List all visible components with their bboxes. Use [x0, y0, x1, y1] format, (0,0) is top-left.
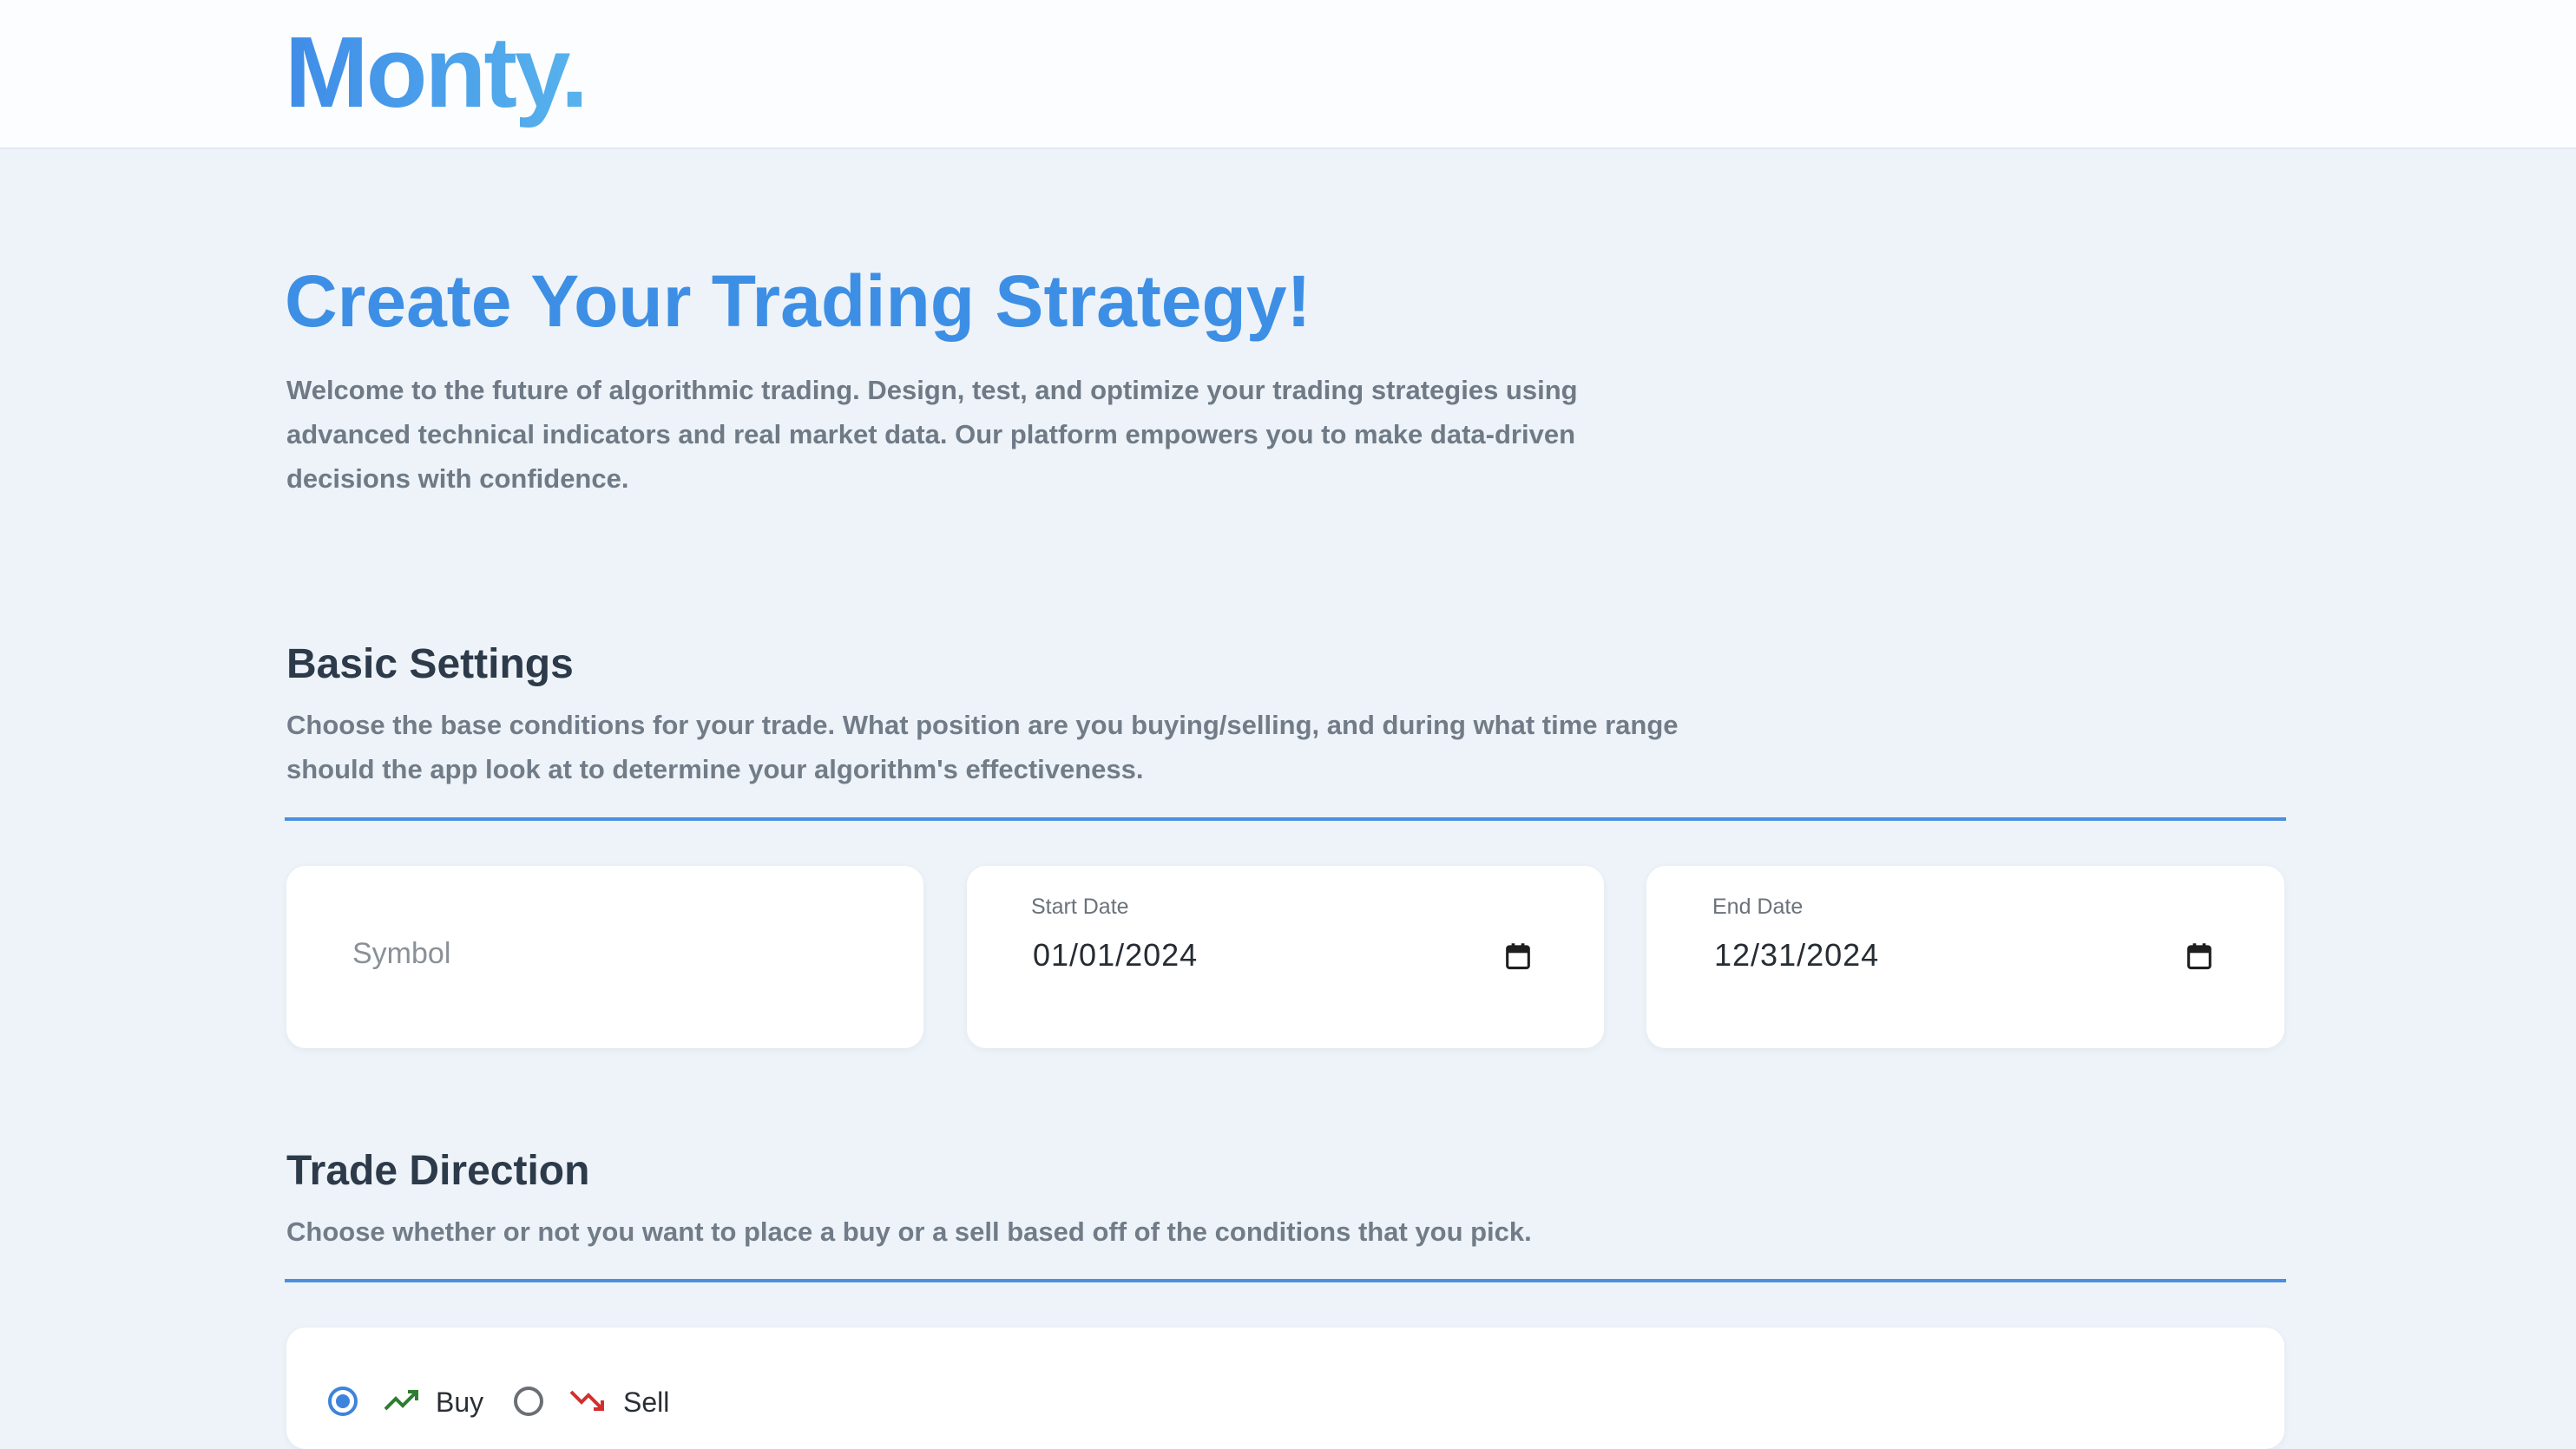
end-date-label: End Date [1712, 895, 1804, 919]
basic-settings-description: Choose the base conditions for your trad… [286, 710, 1679, 784]
start-date-label: Start Date [1031, 895, 1129, 919]
intro-text: Welcome to the future of algorithmic tra… [286, 375, 1578, 494]
sell-radio[interactable] [514, 1387, 543, 1416]
end-date-field[interactable]: End Date 12/31/2024 [1646, 866, 2284, 1048]
trade-direction-description: Choose whether or not you want to place … [286, 1216, 1532, 1247]
buy-label[interactable]: Buy [436, 1387, 483, 1419]
calendar-icon[interactable] [2186, 942, 2212, 970]
end-date-value[interactable]: 12/31/2024 [1714, 937, 1879, 974]
buy-radio[interactable] [328, 1387, 358, 1416]
basic-settings-divider [285, 817, 2286, 821]
app-logo[interactable]: Monty. [285, 16, 588, 128]
trade-direction-divider [285, 1279, 2286, 1282]
basic-settings-title: Basic Settings [286, 641, 574, 687]
trade-direction-title: Trade Direction [286, 1148, 590, 1194]
trending-down-icon [569, 1390, 604, 1411]
symbol-placeholder: Symbol [352, 937, 451, 970]
page-title: Create Your Trading Strategy! [285, 260, 1311, 342]
sell-label[interactable]: Sell [623, 1387, 669, 1419]
symbol-field[interactable]: Symbol [286, 866, 923, 1048]
start-date-value[interactable]: 01/01/2024 [1033, 937, 1198, 974]
trending-up-icon [384, 1390, 418, 1411]
top-bar: Monty. [0, 0, 2576, 149]
trade-direction-card: Buy Sell [286, 1328, 2284, 1449]
start-date-field[interactable]: Start Date 01/01/2024 [967, 866, 1604, 1048]
calendar-icon[interactable] [1505, 942, 1531, 970]
